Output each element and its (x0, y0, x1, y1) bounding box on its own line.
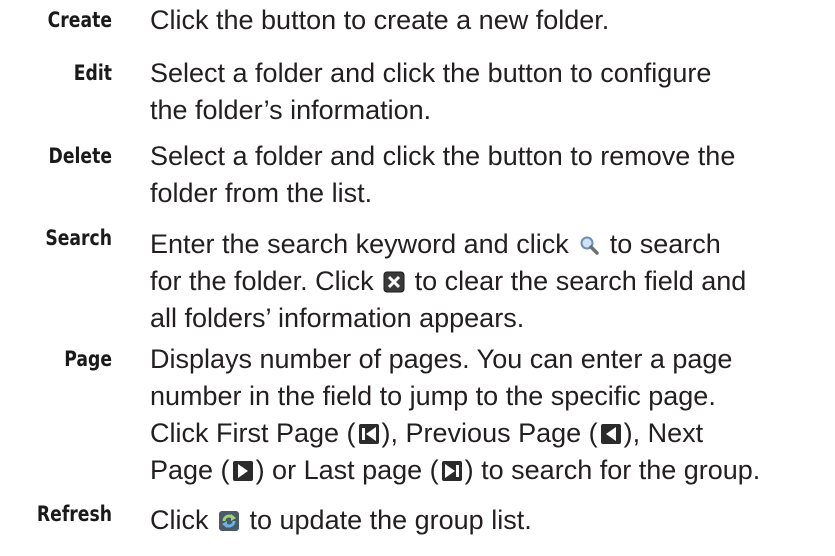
desc-line: Click to update the group list. (150, 502, 830, 539)
desc-text: to update the group list. (242, 505, 532, 535)
desc-line: Click the button to create a new folder. (150, 5, 610, 35)
term-page: Page (64, 347, 112, 371)
term-edit: Edit (73, 61, 112, 85)
help-document: Create Click the button to create a new … (0, 0, 835, 556)
desc-create: Click the button to create a new folder. (150, 2, 830, 39)
term-refresh: Refresh (36, 502, 112, 526)
desc-edit: Select a folder and click the button to … (150, 55, 830, 129)
desc-line: Page ( ) or Last page ( ) to search for th… (150, 452, 830, 489)
desc-refresh: Click to update the group list. (150, 502, 830, 539)
desc-text: to search (602, 229, 721, 259)
desc-text: Enter the search keyword and click (150, 229, 577, 259)
first-page-icon (358, 423, 380, 445)
desc-text: to clear the search field and (407, 266, 747, 296)
next-page-icon (232, 460, 254, 482)
desc-line: Enter the search keyword and click to se… (150, 226, 830, 263)
desc-line: number in the field to jump to the speci… (150, 381, 716, 411)
desc-delete: Select a folder and click the button to … (150, 138, 830, 212)
desc-page: Displays number of pages. You can enter … (150, 341, 830, 489)
last-page-icon (441, 460, 463, 482)
desc-text: ), Next (623, 418, 704, 448)
desc-text: Page ( (150, 455, 230, 485)
desc-text: ) or Last page ( (255, 455, 439, 485)
desc-text: ), Previous Page ( (381, 418, 598, 448)
magnifier-icon (578, 234, 600, 256)
desc-line: the folder’s information. (150, 95, 432, 125)
close-x-icon (383, 271, 405, 293)
desc-line: folder from the list. (150, 178, 373, 208)
desc-text: Click First Page ( (150, 418, 356, 448)
desc-text: Click (150, 505, 216, 535)
previous-page-icon (600, 423, 622, 445)
desc-line: for the folder. Click to clear the searc… (150, 263, 830, 300)
desc-line: Click First Page ( ), Previous Page ( ), N… (150, 415, 830, 452)
term-delete: Delete (48, 144, 112, 168)
desc-line: Displays number of pages. You can enter … (150, 344, 733, 374)
desc-line: Select a folder and click the button to … (150, 58, 712, 88)
refresh-icon (218, 510, 240, 532)
term-search: Search (45, 226, 112, 250)
desc-text: ) to search for the group. (464, 455, 761, 485)
desc-line: all folders’ information appears. (150, 303, 525, 333)
desc-line: Select a folder and click the button to … (150, 141, 736, 171)
desc-search: Enter the search keyword and click to se… (150, 226, 830, 337)
term-create: Create (47, 8, 113, 32)
desc-text: for the folder. Click (150, 266, 382, 296)
